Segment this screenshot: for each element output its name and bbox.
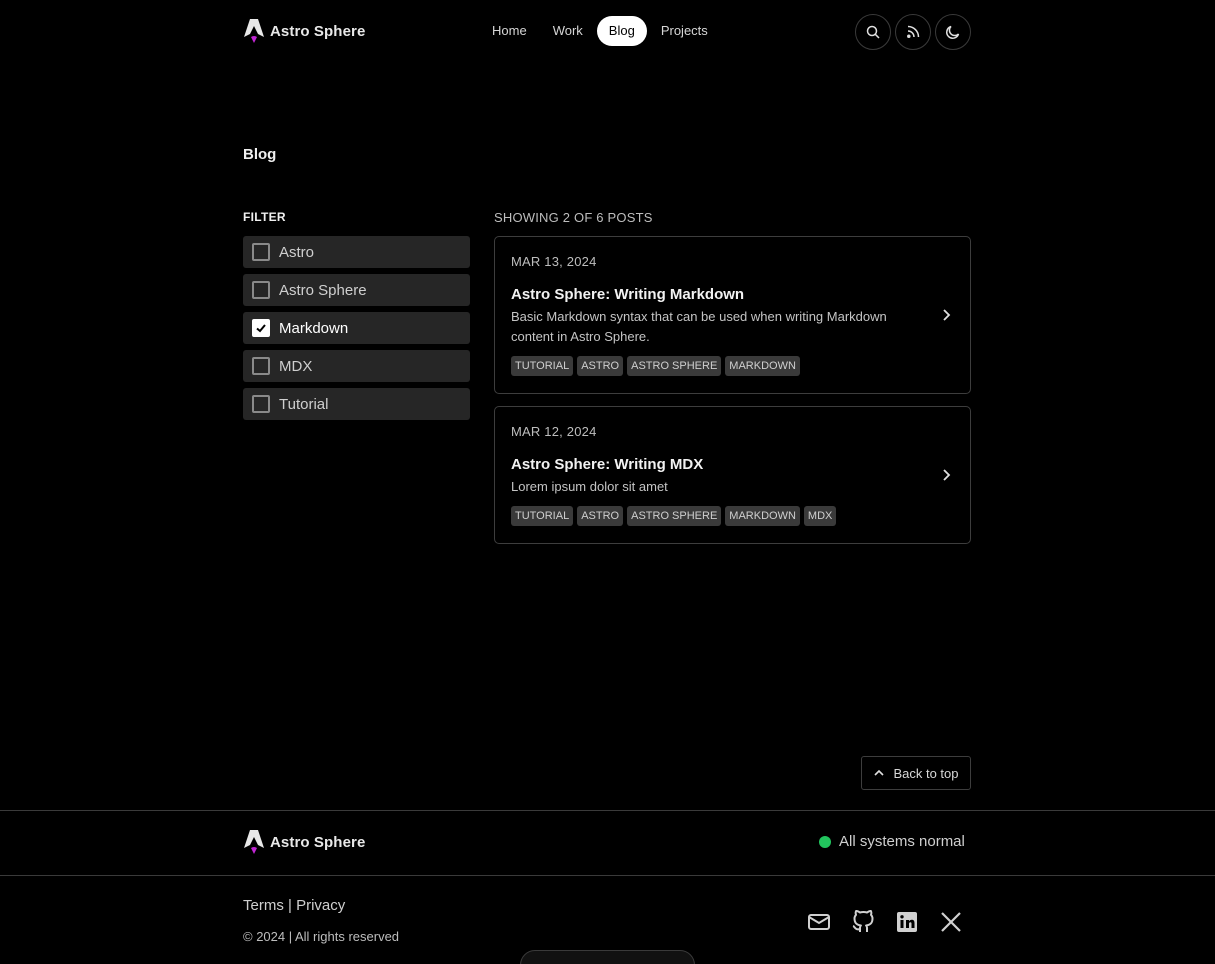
astro-logo-icon	[244, 830, 264, 854]
tag: TUTORIAL	[511, 506, 574, 526]
footer-brand-link[interactable]: Astro Sphere	[243, 829, 365, 855]
page-title: Blog	[243, 146, 277, 163]
rss-icon	[907, 25, 920, 38]
theme-toggle-button[interactable]	[935, 14, 971, 50]
post-title: Astro Sphere: Writing MDX	[511, 456, 704, 473]
divider	[0, 810, 1215, 811]
legal-separator: |	[288, 897, 292, 914]
filter-label: Tutorial	[279, 395, 329, 413]
back-to-top-label: Back to top	[893, 765, 959, 781]
header-actions	[855, 14, 971, 50]
post-card[interactable]: MAR 12, 2024 Astro Sphere: Writing MDX L…	[494, 406, 971, 544]
post-date: MAR 12, 2024	[511, 424, 597, 439]
mail-icon[interactable]	[807, 910, 831, 934]
checkbox[interactable]	[252, 281, 270, 299]
search-icon	[866, 25, 880, 39]
social-links	[807, 910, 963, 934]
filter-label: Markdown	[279, 319, 349, 337]
tag: TUTORIAL	[511, 356, 574, 376]
nav-work[interactable]: Work	[541, 16, 595, 46]
system-status: All systems normal	[819, 833, 965, 850]
filter-item-markdown[interactable]: Markdown	[243, 312, 470, 344]
post-card[interactable]: MAR 13, 2024 Astro Sphere: Writing Markd…	[494, 236, 971, 394]
tag: MARKDOWN	[725, 506, 800, 526]
filter-label: Astro Sphere	[279, 281, 367, 299]
back-to-top-button[interactable]: Back to top	[861, 756, 971, 790]
tag: MDX	[803, 506, 837, 526]
checkbox[interactable]	[252, 395, 270, 413]
moon-icon	[946, 25, 960, 39]
checkbox[interactable]	[252, 319, 270, 337]
linkedin-icon[interactable]	[895, 910, 919, 934]
astro-logo-icon	[244, 19, 264, 43]
post-description: Lorem ipsum dolor sit amet	[511, 479, 668, 494]
search-button[interactable]	[855, 14, 891, 50]
nav-blog[interactable]: Blog	[596, 16, 647, 46]
tag: ASTRO SPHERE	[627, 356, 722, 376]
tag: MARKDOWN	[725, 356, 800, 376]
chevron-right-icon	[943, 309, 951, 321]
brand-link[interactable]: Astro Sphere	[243, 18, 365, 44]
brand-name: Astro Sphere	[270, 22, 366, 40]
post-count: SHOWING 2 OF 6 POSTS	[494, 210, 653, 225]
divider	[0, 875, 1215, 876]
status-dot	[819, 835, 831, 848]
tag: ASTRO	[577, 506, 624, 526]
terms-link[interactable]: Terms	[243, 897, 284, 914]
post-title: Astro Sphere: Writing Markdown	[511, 286, 745, 303]
tag: ASTRO	[577, 356, 624, 376]
footer-brand-name: Astro Sphere	[270, 833, 366, 851]
checkbox[interactable]	[252, 357, 270, 375]
copyright: © 2024 | All rights reserved	[243, 929, 400, 944]
chevron-up-icon	[874, 769, 885, 776]
status-text: All systems normal	[839, 833, 965, 850]
post-tags: TUTORIAL ASTRO ASTRO SPHERE MARKDOWN MDX	[511, 506, 954, 526]
filter-item-mdx[interactable]: MDX	[243, 350, 470, 382]
check-icon	[256, 324, 266, 333]
post-description: Basic Markdown syntax that can be used w…	[511, 309, 887, 344]
tag: ASTRO SPHERE	[627, 506, 722, 526]
filter-label: Astro	[279, 243, 315, 261]
chevron-right-icon	[943, 469, 951, 481]
github-icon[interactable]	[851, 910, 875, 934]
x-icon[interactable]	[939, 910, 963, 934]
filter-item-tutorial[interactable]: Tutorial	[243, 388, 470, 420]
site-header: Astro Sphere Home Work Blog Projects	[243, 14, 971, 50]
filter-item-astro[interactable]: Astro	[243, 236, 470, 268]
filter-list: Astro Astro Sphere Markdown MDX Tutorial	[243, 236, 470, 426]
floating-toolbar[interactable]	[520, 950, 695, 964]
post-date: MAR 13, 2024	[511, 254, 597, 269]
legal-links: Terms | Privacy	[243, 897, 345, 914]
checkbox[interactable]	[252, 243, 270, 261]
rss-button[interactable]	[895, 14, 931, 50]
filter-item-astro-sphere[interactable]: Astro Sphere	[243, 274, 470, 306]
filter-label: MDX	[279, 357, 313, 375]
post-tags: TUTORIAL ASTRO ASTRO SPHERE MARKDOWN	[511, 356, 954, 376]
nav-projects[interactable]: Projects	[649, 16, 720, 46]
filter-heading: FILTER	[243, 210, 286, 224]
main-nav: Home Work Blog Projects	[480, 16, 720, 46]
nav-home[interactable]: Home	[480, 16, 539, 46]
privacy-link[interactable]: Privacy	[296, 897, 345, 914]
